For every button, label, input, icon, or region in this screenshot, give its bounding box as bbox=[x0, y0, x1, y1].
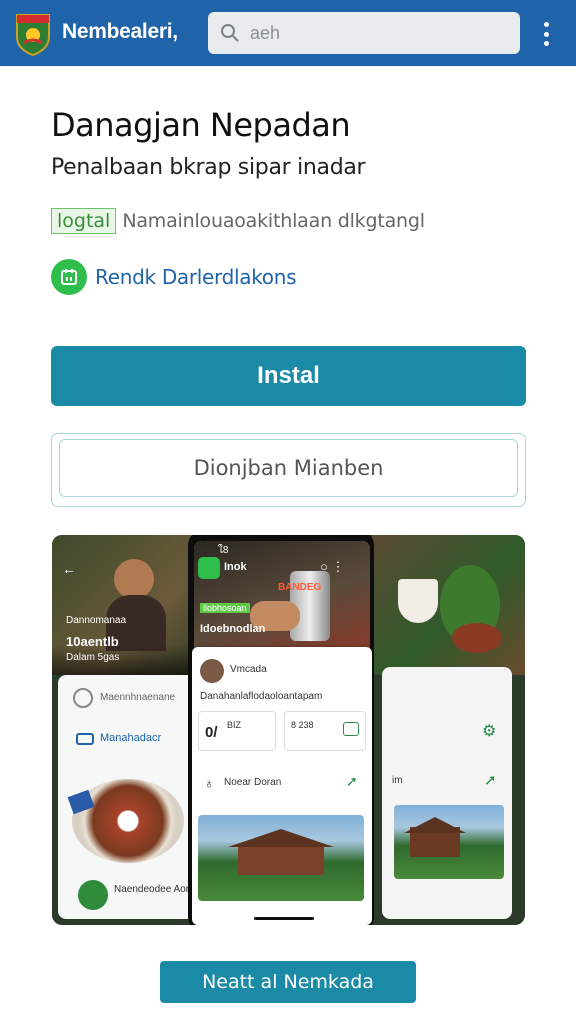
brand-title: Nembealeri, bbox=[62, 20, 178, 43]
left-row-1: Maennhnaenane bbox=[100, 692, 176, 703]
phone-app-icon bbox=[198, 557, 220, 579]
category-tag[interactable]: logtal bbox=[51, 208, 117, 234]
phone-banner: BANDEG bbox=[278, 582, 322, 593]
stat-box-1: 0/ BIZ bbox=[198, 711, 276, 751]
stat1-value: 0/ bbox=[205, 724, 218, 741]
tag-row: logtal Namainlouaoakithlaan dlkgtangl bbox=[51, 208, 425, 234]
app-subtitle: Penalbaan bkrap sipar inadar bbox=[51, 155, 366, 180]
phone-status: ใ8 bbox=[218, 545, 229, 556]
developer-icon bbox=[51, 259, 87, 295]
right-row: im bbox=[392, 775, 403, 786]
share-icon[interactable]: ➚ bbox=[346, 773, 358, 790]
more-options-icon[interactable] bbox=[536, 20, 556, 48]
left-back-icon[interactable]: ← bbox=[62, 561, 76, 577]
phone-detail-card: Vmcada Danahanlaflodaoloantapam 0/ BIZ 8… bbox=[192, 647, 372, 925]
phone-badge: llobhosoan bbox=[200, 603, 250, 613]
settings-icon: ⚙ bbox=[482, 723, 497, 740]
search-icon bbox=[221, 24, 239, 42]
right-screenshot-photo bbox=[372, 535, 525, 675]
left-row-2[interactable]: Manahadacr bbox=[100, 732, 161, 744]
secondary-button-frame: Dionjban Mianben bbox=[51, 433, 526, 507]
home-indicator bbox=[254, 917, 314, 920]
bottom-action-button[interactable]: Neatt al Nemkada bbox=[160, 961, 416, 1003]
search-placeholder: aeh bbox=[250, 22, 281, 43]
install-button[interactable]: Instal bbox=[51, 346, 526, 406]
phone-app-name: Inok bbox=[224, 561, 247, 573]
search-box[interactable]: aeh bbox=[208, 12, 520, 54]
developer-link[interactable]: Rendk Darlerdlakons bbox=[95, 265, 297, 289]
avatar bbox=[200, 659, 224, 683]
screenshot-gallery[interactable]: ← Dannomanaa 10aentlb Dalam 5gas Maennhn… bbox=[52, 535, 525, 925]
phone-user: Vmcada bbox=[230, 664, 267, 675]
developer-row[interactable]: Rendk Darlerdlakons bbox=[51, 259, 297, 295]
right-screenshot-card: ⚙ im ➚ bbox=[382, 667, 512, 919]
folder-icon bbox=[76, 733, 94, 745]
arrow-right-icon[interactable]: ➚ bbox=[484, 771, 497, 789]
left-screenshot-card: Maennhnaenane Manahadacr Naendeodee Aord… bbox=[58, 675, 200, 919]
stat-box-2: 8 238 bbox=[284, 711, 366, 751]
secondary-button[interactable]: Dionjban Mianben bbox=[59, 439, 518, 497]
left-caption-3: Dalam 5gas bbox=[66, 652, 120, 663]
phone-heading: Idoebnodlan bbox=[200, 623, 266, 635]
app-logo-icon[interactable] bbox=[14, 11, 52, 57]
left-caption-1: Dannomanaa bbox=[66, 615, 127, 626]
phone-item: Noear Doran bbox=[224, 777, 282, 788]
phone-desc: Danahanlaflodaoloantapam bbox=[200, 691, 323, 702]
stat-icon bbox=[343, 722, 359, 736]
top-app-bar: Nembealeri, aeh bbox=[0, 0, 576, 66]
phone-house-image bbox=[198, 815, 364, 901]
left-caption-2: 10aentlb bbox=[66, 634, 119, 649]
item-icon: ♁ bbox=[204, 775, 215, 791]
phone-search-icon[interactable]: ○ ⋮ bbox=[320, 559, 344, 575]
right-house-image bbox=[394, 805, 504, 879]
info-icon bbox=[73, 688, 93, 708]
check-icon bbox=[78, 880, 108, 910]
tag-description: Namainlouaoakithlaan dlkgtangl bbox=[122, 210, 425, 232]
stat1-label: BIZ bbox=[227, 720, 242, 730]
app-title: Danagjan Nepadan bbox=[51, 106, 351, 144]
stat2-label: 8 238 bbox=[291, 720, 314, 730]
